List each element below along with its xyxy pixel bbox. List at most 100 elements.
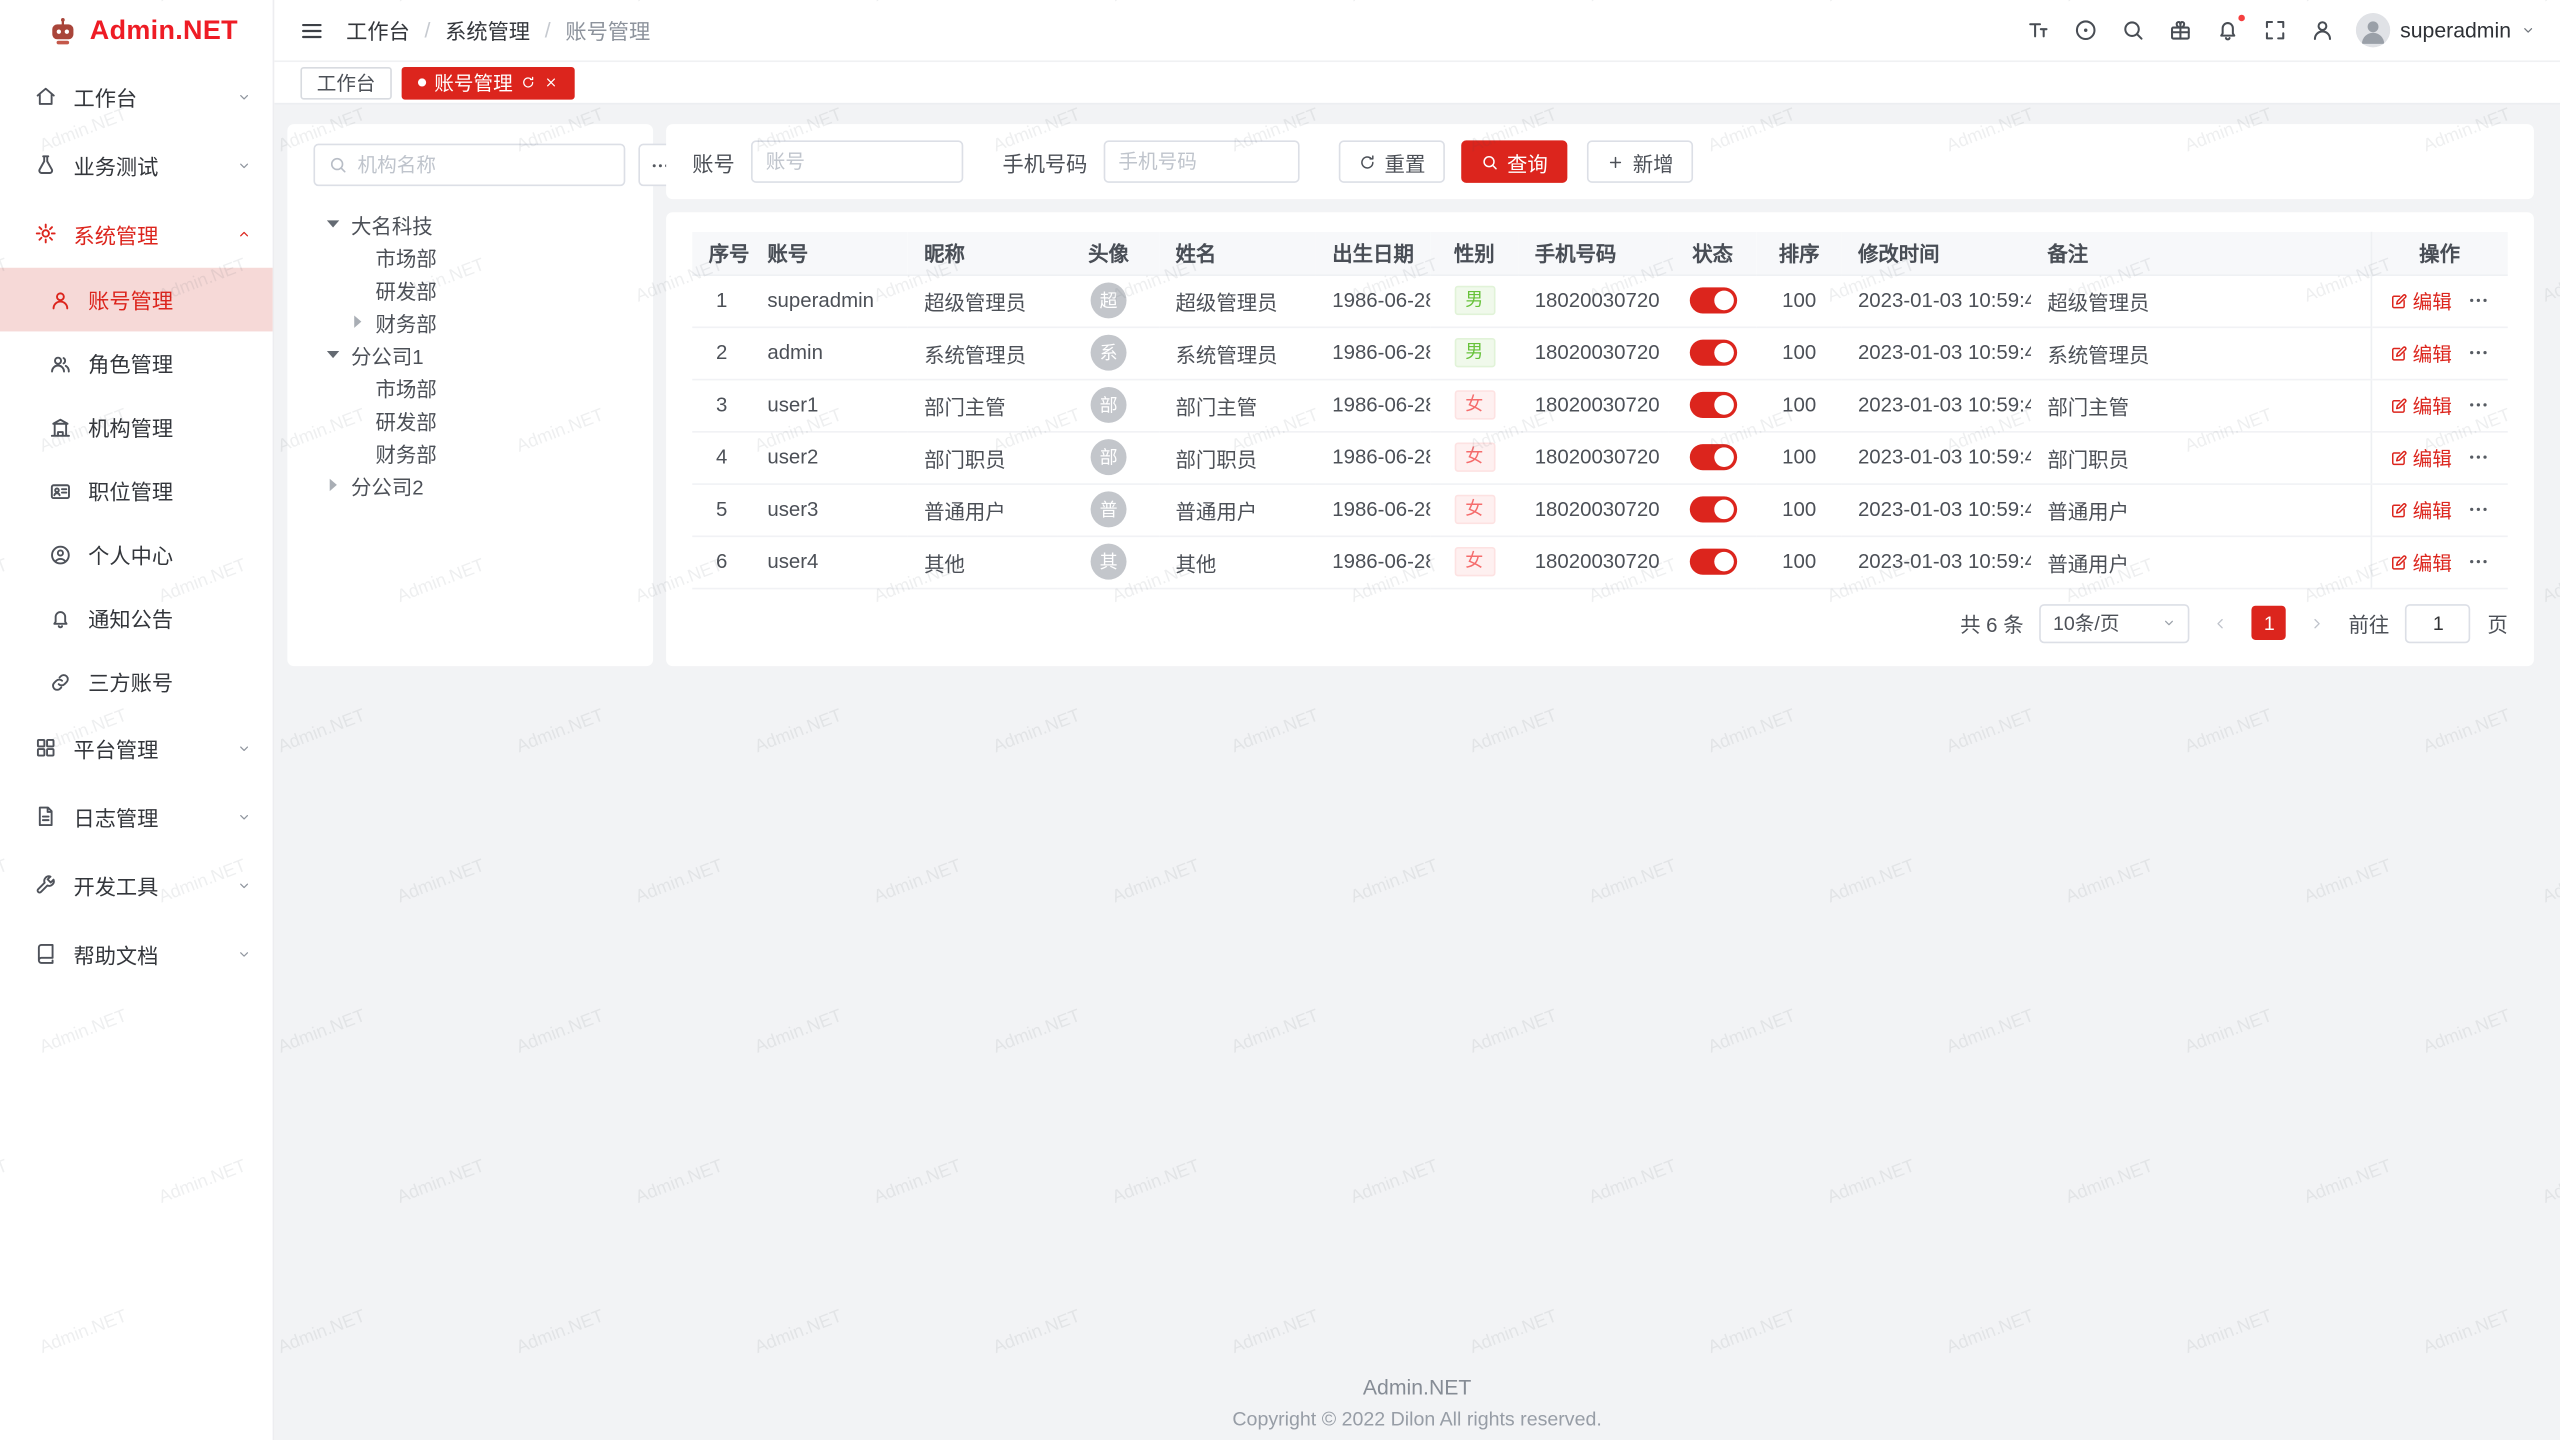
reset-button[interactable]: 重置 — [1339, 140, 1445, 182]
page-size-select[interactable]: 10条/页 — [2040, 603, 2190, 642]
org-search-input[interactable] — [358, 153, 611, 176]
sidebar-subitem[interactable]: 通知公告 — [0, 586, 273, 650]
sidebar-subitem[interactable]: 职位管理 — [0, 459, 273, 523]
more-actions-button[interactable] — [2467, 393, 2490, 416]
sidebar: Admin.NET 工作台业务测试系统管理账号管理角色管理机构管理职位管理个人中… — [0, 0, 274, 1440]
account-input[interactable] — [751, 140, 963, 182]
gender-badge: 女 — [1454, 547, 1495, 576]
edit-button[interactable]: 编辑 — [2390, 287, 2452, 315]
current-page[interactable]: 1 — [2252, 606, 2286, 640]
avatar: 部 — [1091, 439, 1127, 475]
tabbar: 工作台账号管理 — [274, 62, 2560, 104]
cell-account: superadmin — [751, 274, 908, 326]
sidebar-item-label: 通知公告 — [88, 602, 173, 633]
search-button[interactable]: 查询 — [1461, 140, 1567, 182]
refresh-icon[interactable] — [521, 75, 536, 90]
role-icon — [49, 352, 72, 375]
phone-label: 手机号码 — [1002, 146, 1087, 177]
cell-status — [1669, 274, 1757, 326]
more-actions-button[interactable] — [2467, 289, 2490, 312]
main-column: 工作台/系统管理/账号管理 superadmin 工作台账号管理 — [274, 0, 2560, 1440]
add-button[interactable]: 新增 — [1587, 140, 1693, 182]
edit-button[interactable]: 编辑 — [2390, 548, 2452, 576]
tree-node[interactable]: 财务部 — [313, 305, 626, 338]
status-toggle[interactable] — [1689, 340, 1736, 366]
edit-button[interactable]: 编辑 — [2390, 443, 2452, 471]
notification-button[interactable] — [2216, 18, 2240, 42]
theme-button[interactable] — [2074, 18, 2098, 42]
edit-button[interactable]: 编辑 — [2390, 496, 2452, 524]
sidebar-item-label: 个人中心 — [88, 539, 173, 570]
close-icon[interactable] — [544, 75, 559, 90]
status-toggle[interactable] — [1689, 549, 1736, 575]
sidebar-item[interactable]: 工作台 — [0, 62, 273, 131]
phone-input[interactable] — [1104, 140, 1300, 182]
breadcrumb-item[interactable]: 账号管理 — [565, 15, 650, 46]
logo[interactable]: Admin.NET — [0, 0, 273, 62]
table-body: 1superadmin超级管理员超超级管理员1986-06-28男1802003… — [692, 274, 2508, 587]
edit-button[interactable]: 编辑 — [2390, 339, 2452, 367]
sidebar-subitem[interactable]: 角色管理 — [0, 331, 273, 395]
edit-button[interactable]: 编辑 — [2390, 391, 2452, 419]
cell-actions: 编辑 — [2371, 327, 2508, 379]
gender-badge: 女 — [1454, 442, 1495, 471]
more-actions-button[interactable] — [2467, 446, 2490, 469]
tree-node[interactable]: 财务部 — [313, 436, 626, 469]
table-row: 2admin系统管理员系系统管理员1986-06-28男180200307201… — [692, 327, 2508, 379]
sidebar-subitem[interactable]: 个人中心 — [0, 522, 273, 586]
breadcrumb-item[interactable]: 系统管理 — [445, 15, 530, 46]
status-toggle[interactable] — [1689, 496, 1736, 522]
column-header: 备注 — [2031, 232, 2371, 274]
tree-node-label: 市场部 — [372, 371, 437, 402]
table-row: 1superadmin超级管理员超超级管理员1986-06-28男1802003… — [692, 274, 2508, 326]
tab-item[interactable]: 账号管理 — [402, 66, 575, 99]
tree-node[interactable]: 研发部 — [313, 403, 626, 436]
sidebar-subitem[interactable]: 账号管理 — [0, 268, 273, 332]
menu-toggle-button[interactable] — [299, 17, 325, 43]
more-actions-button[interactable] — [2467, 341, 2490, 364]
sidebar-item-label: 系统管理 — [73, 218, 158, 249]
sidebar-subitem[interactable]: 三方账号 — [0, 650, 273, 714]
skin-button[interactable] — [2168, 18, 2192, 42]
search-button[interactable] — [2121, 18, 2145, 42]
fullscreen-button[interactable] — [2263, 18, 2287, 42]
sidebar-item[interactable]: 日志管理 — [0, 782, 273, 851]
toggle-knob — [1713, 447, 1733, 467]
sidebar-item[interactable]: 帮助文档 — [0, 919, 273, 988]
tree-node[interactable]: 市场部 — [313, 371, 626, 404]
cell-modified-time: 2023-01-03 10:59:44 — [1842, 274, 2031, 326]
more-icon — [2467, 289, 2490, 312]
goto-page-input[interactable] — [2406, 603, 2471, 642]
tree-node-label: 财务部 — [372, 437, 437, 468]
next-page-button[interactable] — [2303, 608, 2332, 637]
profile-icon — [49, 543, 72, 566]
cell-account: user3 — [751, 483, 908, 535]
more-actions-button[interactable] — [2467, 498, 2490, 521]
sidebar-item[interactable]: 业务测试 — [0, 131, 273, 200]
status-toggle[interactable] — [1689, 392, 1736, 418]
status-toggle[interactable] — [1689, 287, 1736, 313]
status-toggle[interactable] — [1689, 444, 1736, 470]
avatar: 部 — [1091, 387, 1127, 423]
sidebar-item[interactable]: 平台管理 — [0, 713, 273, 782]
sidebar-item[interactable]: 系统管理 — [0, 199, 273, 268]
sidebar-item[interactable]: 开发工具 — [0, 851, 273, 920]
user-button[interactable] — [2310, 18, 2334, 42]
table-row: 5user3普通用户普普通用户1986-06-28女18020030720100… — [692, 483, 2508, 535]
tree-node[interactable]: 分公司1 — [313, 338, 626, 371]
cell-account: user1 — [751, 379, 908, 431]
user-menu[interactable]: superadmin — [2356, 13, 2535, 47]
goto-label: 前往 — [2349, 607, 2390, 638]
sidebar-subitem[interactable]: 机构管理 — [0, 395, 273, 459]
font-size-button[interactable] — [2026, 18, 2050, 42]
cell-account: user2 — [751, 431, 908, 483]
topbar: 工作台/系统管理/账号管理 superadmin — [274, 0, 2560, 62]
tab-item[interactable]: 工作台 — [300, 66, 391, 99]
tree-node[interactable]: 分公司2 — [313, 469, 626, 502]
more-actions-button[interactable] — [2467, 550, 2490, 573]
tree-node[interactable]: 研发部 — [313, 273, 626, 306]
tree-node[interactable]: 大名科技 — [313, 207, 626, 240]
prev-page-button[interactable] — [2206, 608, 2235, 637]
tree-node[interactable]: 市场部 — [313, 240, 626, 273]
breadcrumb-item[interactable]: 工作台 — [346, 15, 410, 46]
